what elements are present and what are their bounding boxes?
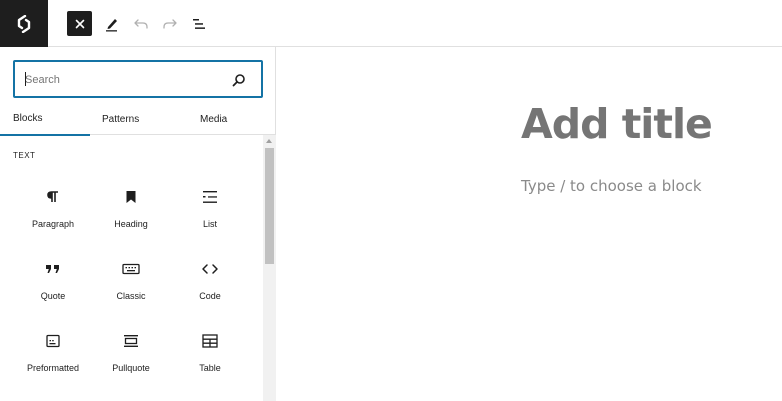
default-block-appender[interactable]: Type / to choose a block (521, 177, 702, 195)
site-logo-button[interactable] (0, 0, 48, 47)
site-logo-icon (17, 14, 31, 33)
block-table[interactable]: Table (171, 321, 249, 387)
undo-button[interactable] (128, 11, 153, 36)
search-input[interactable] (25, 70, 225, 90)
scroll-thumb[interactable] (265, 148, 274, 264)
document-overview-button[interactable] (186, 11, 211, 36)
search-icon (232, 74, 245, 87)
block-classic[interactable]: Classic (92, 249, 170, 315)
keyboard-icon (121, 259, 141, 279)
block-label: Pullquote (112, 363, 150, 373)
code-icon (200, 259, 220, 279)
scroll-up-arrow-icon[interactable] (266, 139, 272, 143)
block-label: Preformatted (26, 363, 80, 373)
block-paragraph[interactable]: Paragraph (14, 177, 92, 243)
block-code[interactable]: Code (171, 249, 249, 315)
block-pullquote[interactable]: Pullquote (92, 321, 170, 387)
list-icon (200, 187, 220, 207)
quote-icon (43, 259, 63, 279)
undo-icon (133, 18, 148, 29)
tab-media[interactable]: Media (200, 103, 227, 135)
inserter-tabs: Blocks Patterns Media (0, 103, 276, 136)
preformatted-icon (43, 331, 63, 351)
heading-bookmark-icon (121, 187, 141, 207)
text-caret (25, 72, 26, 86)
block-label: Quote (40, 291, 66, 301)
pen-icon (105, 18, 117, 31)
editor-header (0, 0, 782, 47)
search-box[interactable] (13, 60, 263, 98)
redo-button[interactable] (157, 11, 182, 36)
table-icon (200, 331, 220, 351)
block-label: Classic (116, 291, 146, 301)
block-preformatted[interactable]: Preformatted (14, 321, 92, 387)
post-title-input[interactable]: Add title (521, 100, 713, 148)
sidebar-scrollbar[interactable] (263, 135, 276, 401)
category-heading: TEXT (13, 151, 36, 160)
close-icon (75, 19, 84, 28)
tab-blocks[interactable]: Blocks (0, 103, 90, 136)
block-label: Table (199, 363, 221, 373)
block-inserter-panel: Blocks Patterns Media TEXT Paragraph Hea… (0, 47, 276, 401)
editor-canvas[interactable]: Add title Type / to choose a block (277, 48, 782, 401)
block-label: List (202, 219, 217, 229)
pullquote-icon (121, 331, 141, 351)
block-quote[interactable]: Quote (14, 249, 92, 315)
tools-button[interactable] (99, 11, 124, 36)
block-label: Paragraph (31, 219, 75, 229)
tab-patterns[interactable]: Patterns (102, 103, 139, 135)
block-list: TEXT Paragraph Heading List Quote Classi… (0, 135, 262, 401)
block-heading[interactable]: Heading (92, 177, 170, 243)
list-view-icon (192, 18, 205, 29)
block-label: Code (199, 291, 221, 301)
close-inserter-button[interactable] (67, 11, 92, 36)
paragraph-icon (43, 187, 63, 207)
block-list-item[interactable]: List (171, 177, 249, 243)
redo-icon (162, 18, 177, 29)
block-label: Heading (114, 219, 148, 229)
